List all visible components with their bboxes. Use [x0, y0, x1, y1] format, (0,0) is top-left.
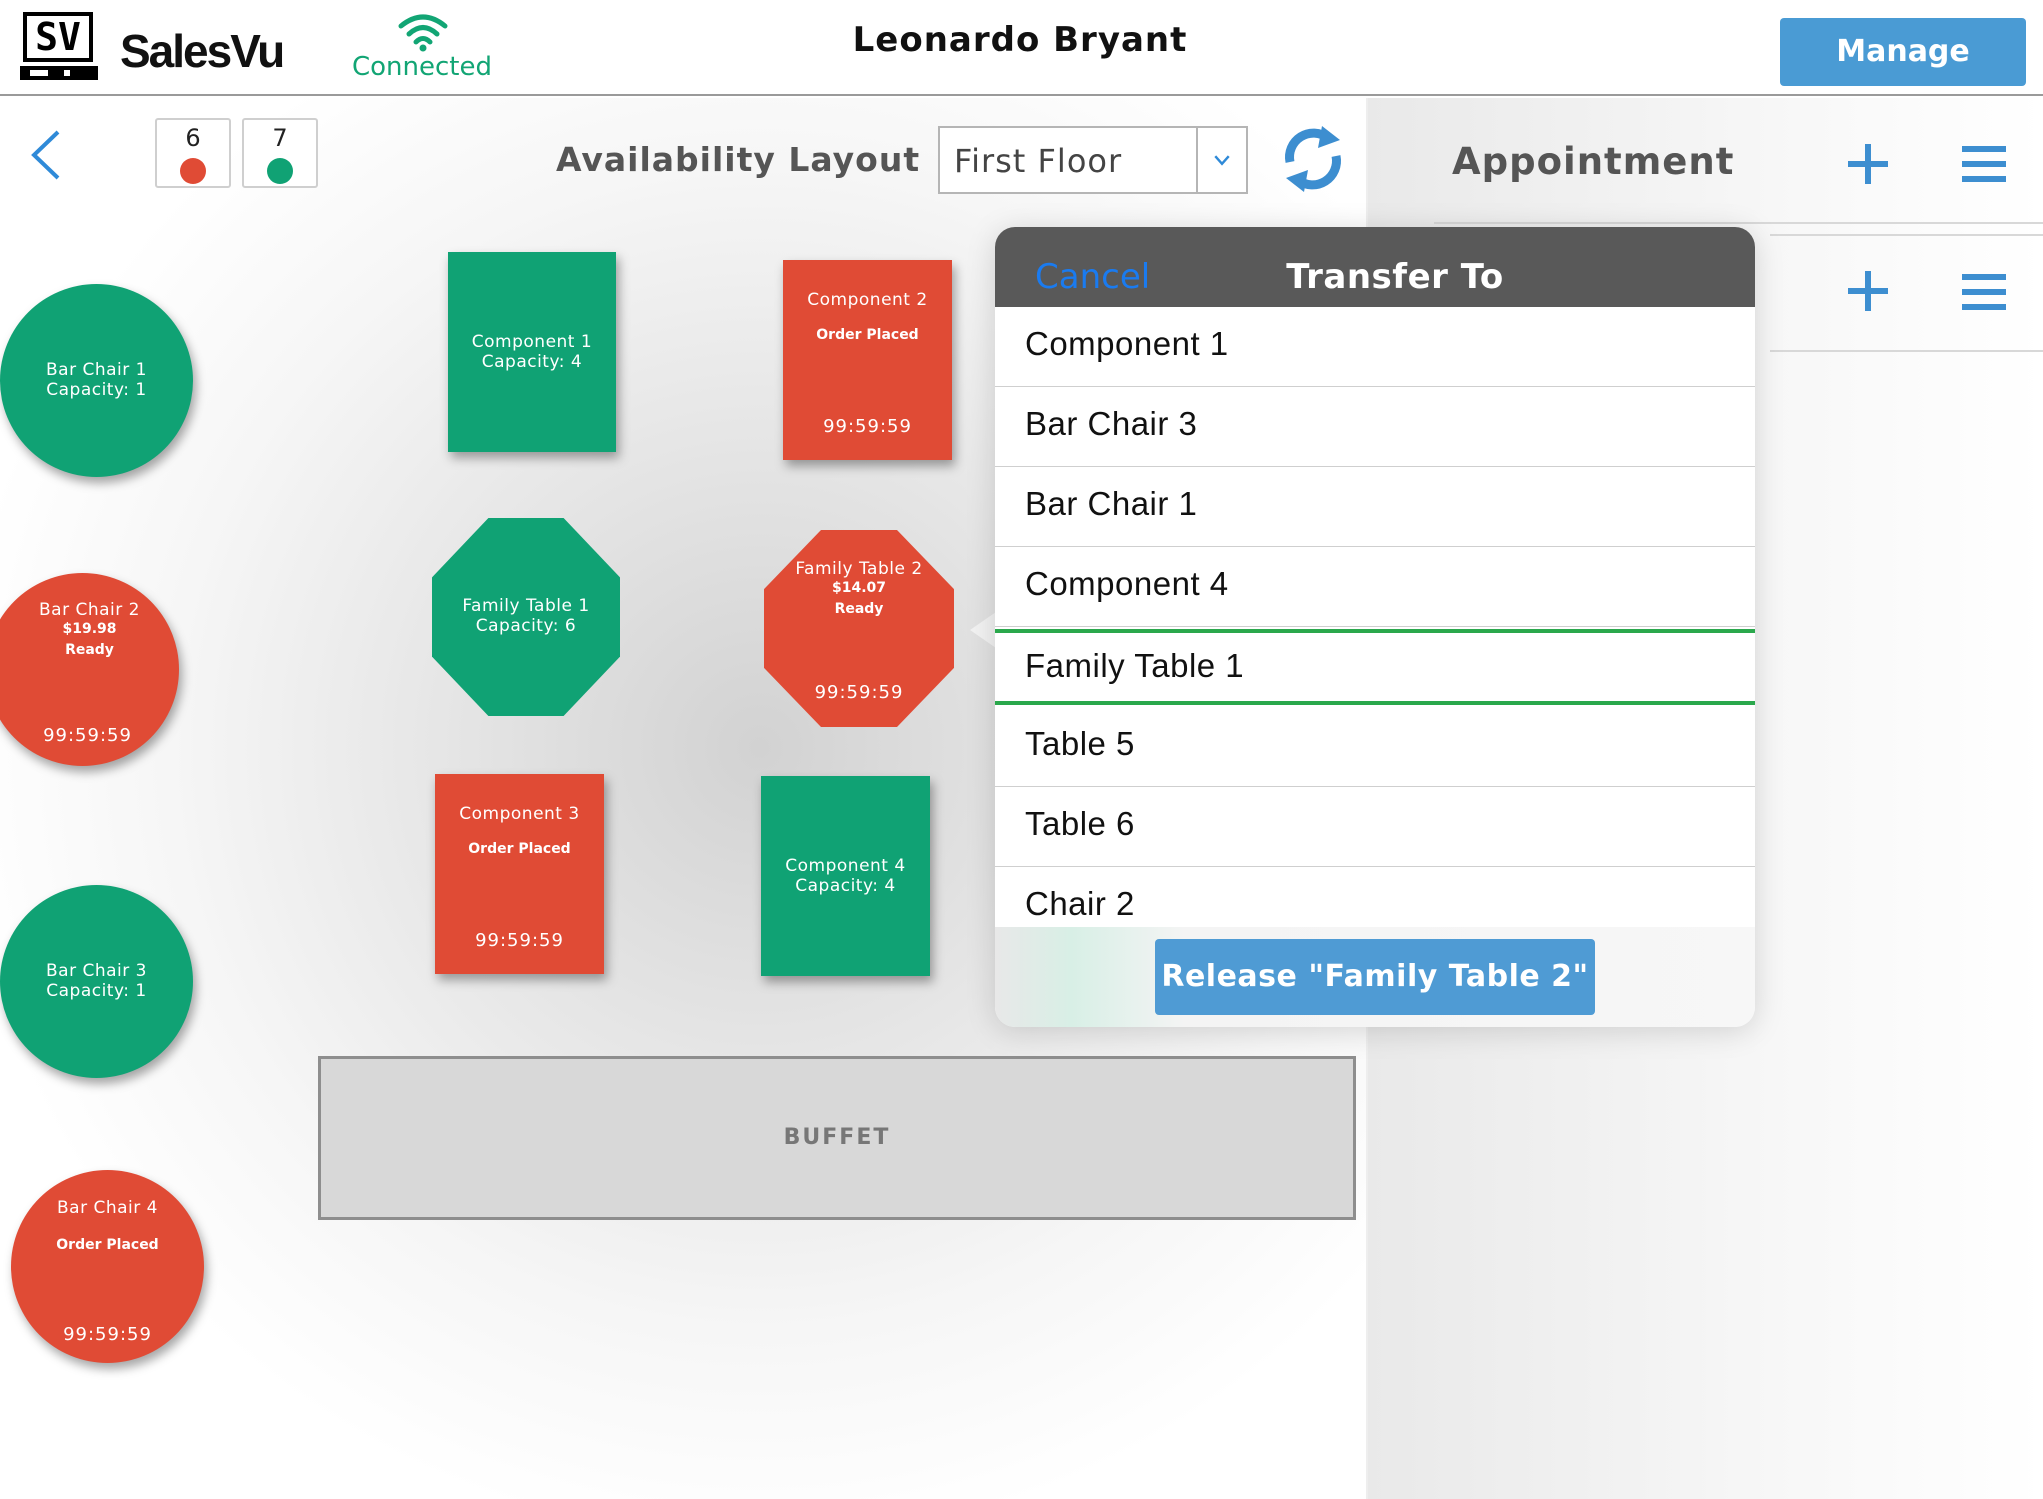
manage-layout-button[interactable]: Manage Layout — [1780, 18, 2026, 137]
chevron-down-icon[interactable] — [1196, 128, 1246, 192]
status-dot-icon — [180, 158, 206, 184]
table-name: Family Table 1 — [462, 596, 590, 616]
available-count: 7 — [272, 124, 288, 152]
appointment-title: Appointment — [1452, 140, 1735, 183]
table-bar-chair-3[interactable]: Bar Chair 3 Capacity: 1 — [0, 885, 193, 1078]
app-header: SV SalesVu Connected Leonardo Bryant Man… — [0, 0, 2043, 137]
hamburger-menu-icon[interactable] — [1962, 272, 2006, 312]
release-table-button[interactable]: Release "Family Table 2" — [1155, 939, 1595, 1015]
popover-header: Transfer To Cancel — [995, 227, 1755, 307]
table-bar-chair-1[interactable]: Bar Chair 1 Capacity: 1 — [0, 284, 193, 477]
table-name: Family Table 2 — [795, 559, 923, 579]
table-timer: 99:59:59 — [823, 416, 912, 437]
popover-footer: Release "Family Table 2" — [995, 927, 1755, 1027]
table-status: Order Placed — [468, 841, 571, 857]
table-name: Bar Chair 2 — [39, 600, 140, 620]
buffet-area[interactable]: BUFFET — [318, 1056, 1356, 1220]
transfer-item[interactable]: Table 5 — [995, 707, 1755, 787]
table-timer: 99:59:59 — [43, 725, 132, 746]
logo-text: SV — [23, 12, 93, 62]
table-family-table-1[interactable]: Family Table 1 Capacity: 6 — [432, 518, 620, 716]
table-name: Component 4 — [785, 856, 906, 876]
brand-name: SalesVu — [120, 25, 285, 77]
table-status: Order Placed — [56, 1237, 159, 1253]
popover-arrow — [970, 612, 996, 648]
table-bar-chair-4[interactable]: Bar Chair 4 Order Placed 99:59:59 — [11, 1170, 204, 1363]
table-bar-chair-2[interactable]: Bar Chair 2 $19.98 Ready 99:59:59 — [0, 573, 179, 766]
table-name: Component 3 — [459, 804, 580, 824]
transfer-item-label: Component 1 — [1025, 325, 1229, 362]
table-status: Ready — [834, 601, 884, 617]
table-status: Ready — [65, 642, 114, 658]
table-name: Bar Chair 1 — [46, 360, 147, 380]
panel-divider — [1770, 234, 2043, 236]
table-timer: 99:59:59 — [63, 1324, 152, 1345]
sv-logo-icon: SV — [20, 12, 98, 80]
transfer-popover: Transfer To Cancel Component 1 Bar Chair… — [995, 227, 1755, 1027]
buffet-label: BUFFET — [783, 1125, 891, 1150]
table-name: Bar Chair 3 — [46, 961, 147, 981]
transfer-list[interactable]: Component 1 Bar Chair 3 Bar Chair 1 Comp… — [995, 307, 1755, 953]
add-appointment-plus-icon[interactable] — [1846, 142, 1890, 186]
occupied-count-badge[interactable]: 6 — [155, 118, 231, 188]
user-name: Leonardo Bryant — [852, 20, 1188, 60]
table-timer: 99:59:59 — [475, 930, 564, 951]
hamburger-menu-icon[interactable] — [1962, 144, 2006, 184]
layout-title: Availability Layout — [556, 140, 921, 179]
table-capacity: Capacity: 4 — [481, 352, 583, 372]
status-dot-icon — [267, 158, 293, 184]
table-capacity: Capacity: 4 — [795, 876, 896, 896]
occupied-count: 6 — [185, 124, 201, 152]
table-capacity: Capacity: 1 — [46, 981, 147, 1001]
transfer-item-label: Table 5 — [1025, 725, 1135, 762]
transfer-item[interactable]: Component 4 — [995, 547, 1755, 627]
table-name: Component 2 — [807, 290, 928, 310]
table-status: Order Placed — [816, 327, 919, 343]
transfer-item[interactable]: Bar Chair 1 — [995, 467, 1755, 547]
panel-divider — [1434, 222, 2043, 224]
floor-select-value: First Floor — [954, 142, 1123, 180]
table-component-2[interactable]: Component 2 Order Placed 99:59:59 — [783, 260, 952, 460]
transfer-item[interactable]: Bar Chair 3 — [995, 387, 1755, 467]
cancel-button[interactable]: Cancel — [1035, 257, 1150, 297]
table-component-3[interactable]: Component 3 Order Placed 99:59:59 — [435, 774, 604, 974]
refresh-icon[interactable] — [1278, 124, 1348, 194]
transfer-item-label: Bar Chair 1 — [1025, 485, 1198, 522]
transfer-item-selected[interactable]: Family Table 1 — [995, 629, 1755, 705]
table-amount: $14.07 — [831, 580, 887, 596]
transfer-item-label: Bar Chair 3 — [1025, 405, 1198, 442]
logo-base — [20, 66, 98, 80]
table-amount: $19.98 — [62, 621, 117, 637]
transfer-item-label: Table 6 — [1025, 805, 1135, 842]
transfer-item[interactable]: Component 1 — [995, 307, 1755, 387]
panel-divider — [1770, 350, 2043, 352]
table-name: Bar Chair 4 — [57, 1198, 158, 1218]
transfer-item-label: Chair 2 — [1025, 885, 1135, 922]
table-name: Component 1 — [471, 332, 593, 352]
floor-select[interactable]: First Floor — [938, 126, 1248, 194]
back-chevron-icon[interactable] — [28, 128, 64, 182]
wifi-icon — [398, 14, 448, 52]
transfer-item-label: Family Table 1 — [1025, 647, 1245, 684]
transfer-item[interactable]: Table 6 — [995, 787, 1755, 867]
table-component-4[interactable]: Component 4 Capacity: 4 — [761, 776, 930, 976]
table-capacity: Capacity: 1 — [46, 380, 147, 400]
add-plus-icon[interactable] — [1846, 269, 1890, 313]
table-capacity: Capacity: 6 — [475, 616, 577, 636]
available-count-badge[interactable]: 7 — [242, 118, 318, 188]
transfer-item-label: Component 4 — [1025, 565, 1229, 602]
table-component-1[interactable]: Component 1 Capacity: 4 — [448, 252, 616, 452]
connection-status: Connected — [352, 52, 493, 82]
